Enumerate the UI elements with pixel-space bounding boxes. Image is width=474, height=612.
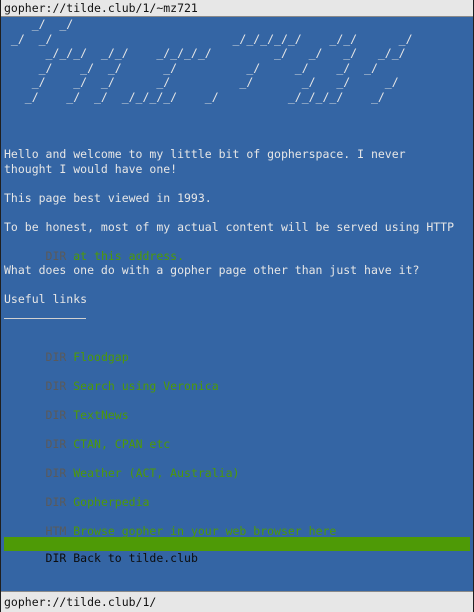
- heading-underline-divider: [4, 318, 86, 319]
- gopher-page-content[interactable]: _/ _/ _/ _/ _/_/_/_/_/ _/_/ _/ _/_/_/ _/…: [4, 17, 470, 587]
- honest-text: To be honest, most of my actual content …: [4, 220, 455, 234]
- link-type-tag: DIR: [45, 378, 67, 393]
- link-label[interactable]: Floodgap: [66, 350, 128, 364]
- link-type-tag: HTM: [45, 523, 67, 538]
- link-type-tag: DIR: [45, 436, 67, 451]
- ascii-art-banner: _/ _/ _/ _/ _/_/_/_/_/ _/_/ _/ _/_/_/ _/…: [10, 17, 413, 104]
- welcome-text-line-2: thought I would have one!: [4, 162, 178, 176]
- link-type-tag: DIR: [45, 248, 67, 263]
- link-type-tag: DIR: [45, 349, 67, 364]
- useful-links-heading: Useful links: [4, 292, 88, 306]
- link-label[interactable]: TextNews: [66, 408, 128, 422]
- link-type-tag: DIR: [45, 465, 67, 480]
- link-type-tag: DIR: [45, 551, 67, 565]
- link-type-tag: DIR: [45, 407, 67, 422]
- question-text: What does one do with a gopher page othe…: [4, 263, 420, 277]
- link-label[interactable]: CTAN, CPAN etc: [66, 437, 170, 451]
- link-label[interactable]: Back to tilde.club: [66, 551, 198, 565]
- menu-item-back-selected[interactable]: DIR Back to tilde.club: [4, 537, 470, 565]
- link-label[interactable]: Browse gopher in your web browser here: [66, 524, 336, 538]
- window-title: gopher://tilde.club/1/~mz721: [1, 0, 473, 17]
- gopher-browser-window: gopher://tilde.club/1/~mz721 _/ _/ _/ _/…: [0, 0, 474, 612]
- link-type-tag: DIR: [45, 494, 67, 509]
- link-label[interactable]: Gopherpedia: [66, 495, 149, 509]
- link-label[interactable]: Search using Veronica: [66, 379, 218, 393]
- best-viewed-text: This page best viewed in 1993.: [4, 191, 212, 205]
- link-label[interactable]: at this address.: [66, 249, 184, 263]
- status-bar-url: gopher://tilde.club/1/: [1, 591, 473, 612]
- link-label[interactable]: Weather (ACT, Australia): [66, 466, 239, 480]
- welcome-text-line-1: Hello and welcome to my little bit of go…: [4, 147, 406, 161]
